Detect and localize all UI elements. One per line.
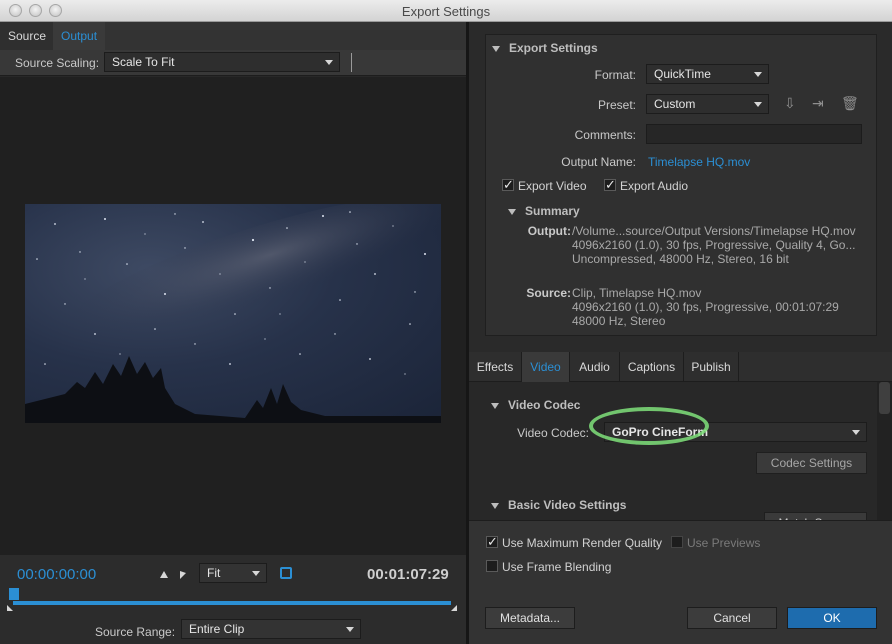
format-value: QuickTime [654, 67, 711, 81]
export-video-checkbox[interactable] [502, 177, 514, 193]
out-point-marker-icon[interactable] [451, 605, 457, 611]
window-title: Export Settings [401, 4, 491, 19]
output-name-link[interactable]: Timelapse HQ.mov [648, 155, 750, 169]
scrollbar-thumb[interactable] [879, 382, 890, 414]
disclosure-triangle-icon [508, 208, 516, 215]
zoom-value: Fit [207, 566, 221, 580]
source-scaling-label: Source Scaling: [15, 56, 100, 70]
match-source-button[interactable]: Match Source [764, 512, 867, 520]
night-sky-image [25, 204, 441, 423]
set-out-point-icon[interactable] [180, 571, 186, 579]
playhead-handle[interactable] [9, 588, 19, 600]
delete-preset-icon[interactable]: 🗑 [841, 95, 859, 112]
cancel-button[interactable]: Cancel [687, 607, 777, 629]
format-dropdown[interactable]: QuickTime [646, 64, 769, 84]
summary-source-label: Source: [526, 286, 571, 300]
title-bar: Export Settings [0, 0, 892, 22]
comments-label: Comments: [574, 128, 636, 142]
preset-value: Custom [654, 97, 696, 111]
frame-blending-checkbox[interactable] [486, 560, 498, 572]
video-codec-header[interactable]: Video Codec [491, 398, 580, 412]
timecode-current[interactable]: 00:00:00:00 [17, 566, 96, 583]
preset-label: Preset: [597, 98, 636, 112]
tab-source[interactable]: Source [0, 22, 56, 50]
timeline-controls: 00:00:00:00 Fit 00:01:07:29 Source Range… [0, 555, 466, 644]
annotation-circle [589, 407, 709, 445]
source-output-tabs: Source Output [0, 22, 466, 50]
summary-source-line: Clip, Timelapse HQ.mov [572, 286, 702, 300]
tab-output[interactable]: Output [53, 22, 106, 50]
disclosure-triangle-icon [491, 502, 499, 509]
save-preset-icon[interactable]: ⇩ [784, 95, 796, 112]
codec-settings-button[interactable]: Codec Settings [756, 452, 867, 474]
source-scaling-value: Scale To Fit [112, 55, 175, 69]
aspect-toggle-icon[interactable] [280, 567, 292, 579]
chevron-down-icon [754, 72, 762, 77]
summary-header[interactable]: Summary [508, 204, 580, 218]
divider [351, 53, 352, 72]
tab-video[interactable]: Video [522, 352, 570, 382]
export-video-label: Export Video [518, 179, 587, 193]
import-preset-icon[interactable]: ⇥ [812, 95, 824, 112]
max-render-quality-checkbox[interactable] [486, 534, 498, 550]
source-scaling-dropdown[interactable]: Scale To Fit [104, 52, 340, 72]
video-settings-panel: Video Codec Video Codec: GoPro CineForm … [469, 382, 877, 520]
disclosure-triangle-icon [492, 45, 500, 52]
basic-video-settings-header[interactable]: Basic Video Settings [491, 498, 626, 512]
section-title: Export Settings [509, 41, 598, 55]
chevron-down-icon [325, 60, 333, 65]
format-label: Format: [594, 68, 636, 82]
chevron-down-icon [252, 571, 260, 576]
preview-area [0, 77, 466, 555]
source-range-dropdown[interactable]: Entire Clip [181, 619, 361, 639]
left-pane: Source Output Source Scaling: Scale To F… [0, 22, 466, 644]
tab-audio[interactable]: Audio [570, 352, 620, 382]
settings-tabs: Effects Video Audio Captions Publish [469, 352, 892, 382]
preset-dropdown[interactable]: Custom [646, 94, 769, 114]
export-settings-header[interactable]: Export Settings [492, 41, 598, 55]
video-codec-label: Video Codec: [517, 426, 589, 440]
ok-button[interactable]: OK [787, 607, 877, 629]
in-point-marker-icon[interactable] [7, 605, 13, 611]
video-preview [25, 204, 441, 423]
summary-output-label: Output: [527, 224, 571, 238]
zoom-dropdown[interactable]: Fit [199, 563, 267, 583]
tab-effects[interactable]: Effects [469, 352, 522, 382]
chevron-down-icon [852, 430, 860, 435]
summary-source-line: 48000 Hz, Stereo [572, 314, 666, 328]
summary-output-line: /Volume...source/Output Versions/Timelap… [572, 224, 856, 238]
use-previews-label: Use Previews [687, 536, 761, 550]
summary-output-line: Uncompressed, 48000 Hz, Stereo, 16 bit [572, 252, 789, 266]
section-title: Basic Video Settings [508, 498, 627, 512]
timecode-duration: 00:01:07:29 [367, 566, 449, 583]
export-audio-checkbox[interactable] [604, 177, 616, 193]
summary-title: Summary [525, 204, 580, 218]
source-scaling-row: Source Scaling: Scale To Fit [0, 50, 466, 76]
output-name-label: Output Name: [561, 155, 636, 169]
export-audio-label: Export Audio [620, 179, 689, 193]
comments-input[interactable] [646, 124, 862, 144]
chevron-down-icon [754, 102, 762, 107]
export-footer: Use Maximum Render Quality Use Previews … [469, 520, 892, 644]
set-in-point-icon[interactable] [160, 571, 168, 578]
summary-source-line: 4096x2160 (1.0), 30 fps, Progressive, 00… [572, 300, 839, 314]
right-pane: Export Settings Format: QuickTime Preset… [469, 22, 892, 644]
chevron-down-icon [346, 627, 354, 632]
metadata-button[interactable]: Metadata... [485, 607, 575, 629]
section-title: Video Codec [508, 398, 581, 412]
frame-blending-label: Use Frame Blending [502, 560, 612, 574]
timeline-bar[interactable] [13, 601, 451, 605]
tab-captions[interactable]: Captions [620, 352, 684, 382]
source-range-label: Source Range: [95, 625, 176, 639]
disclosure-triangle-icon [491, 402, 499, 409]
tab-publish[interactable]: Publish [684, 352, 739, 382]
source-range-value: Entire Clip [189, 622, 245, 636]
use-previews-checkbox[interactable] [671, 536, 683, 548]
max-render-quality-label: Use Maximum Render Quality [502, 536, 663, 550]
summary-output-line: 4096x2160 (1.0), 30 fps, Progressive, Qu… [572, 238, 856, 252]
export-settings-section: Export Settings Format: QuickTime Preset… [485, 34, 877, 336]
